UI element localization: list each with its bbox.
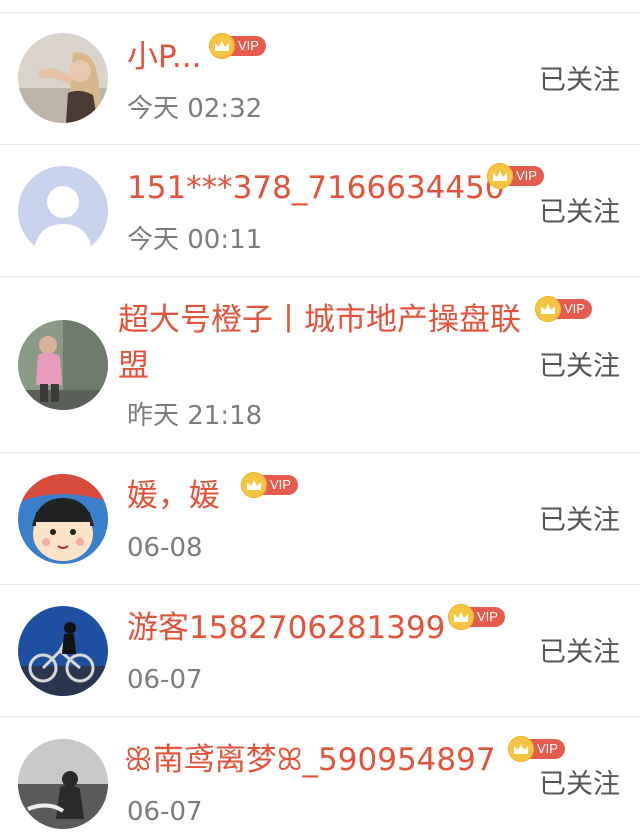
avatar[interactable] [18,33,108,123]
followed-button[interactable]: 已关注 [539,349,620,385]
vip-badge: VIP [487,163,544,189]
followed-button[interactable]: 已关注 [539,635,620,671]
followed-button[interactable]: 已关注 [539,195,620,231]
list-item[interactable]: 151***378_7166634450 VIP 今天 00:11 已关注 [0,145,640,277]
crown-icon [448,604,474,630]
timestamp: 今天 02:32 [127,94,263,124]
vip-badge: VIP [448,604,505,630]
list-item[interactable]: 游客1582706281399 VIP 06-07 已关注 [0,585,640,717]
followed-button[interactable]: 已关注 [539,767,620,803]
vip-badge: VIP [508,736,565,762]
default-user-icon [18,166,108,256]
user-name[interactable]: 媛，媛 [127,475,220,517]
list-item[interactable]: 小P... VIP 今天 02:32 已关注 [0,13,640,145]
followed-button[interactable]: 已关注 [539,503,620,539]
vip-badge: VIP [209,33,266,59]
avatar[interactable] [18,606,108,696]
avatar[interactable] [18,320,108,410]
list-item[interactable]: ꕥ南鸢离梦ꕤ_590954897 VIP 06-07 已关注 [0,717,640,837]
timestamp: 今天 00:11 [127,225,263,255]
crown-icon [241,472,267,498]
user-name[interactable]: 超大号橙子丨城市地产操盘联盟 [118,297,528,389]
user-name[interactable]: 151***378_7166634450 [127,167,505,209]
list-item[interactable]: 媛，媛 VIP 06-08 已关注 [0,453,640,585]
timestamp: 06-07 [127,665,203,695]
avatar-bicycle-photo [18,606,108,696]
user-name[interactable]: 小P... [127,36,201,78]
user-name[interactable]: ꕥ南鸢离梦ꕤ_590954897 [124,739,496,781]
vip-badge: VIP [241,472,298,498]
crown-icon [508,736,534,762]
user-name[interactable]: 游客1582706281399 [127,607,445,649]
list-item[interactable]: 超大号橙子丨城市地产操盘联盟 VIP 昨天 21:18 已关注 [0,277,640,453]
avatar-bw-photo [18,739,108,829]
timestamp: 昨天 21:18 [127,401,263,431]
crown-icon [487,163,513,189]
avatar[interactable] [18,474,108,564]
followed-button[interactable]: 已关注 [539,63,620,99]
avatar[interactable] [18,739,108,829]
vip-badge: VIP [535,296,592,322]
crown-icon [535,296,561,322]
avatar-woman-photo [18,320,108,410]
avatar[interactable] [18,166,108,256]
crown-icon [209,33,235,59]
timestamp: 06-08 [127,533,203,563]
avatar-cartoon-girl [18,474,108,564]
timestamp: 06-07 [127,797,203,827]
avatar-girl-photo [18,33,108,123]
